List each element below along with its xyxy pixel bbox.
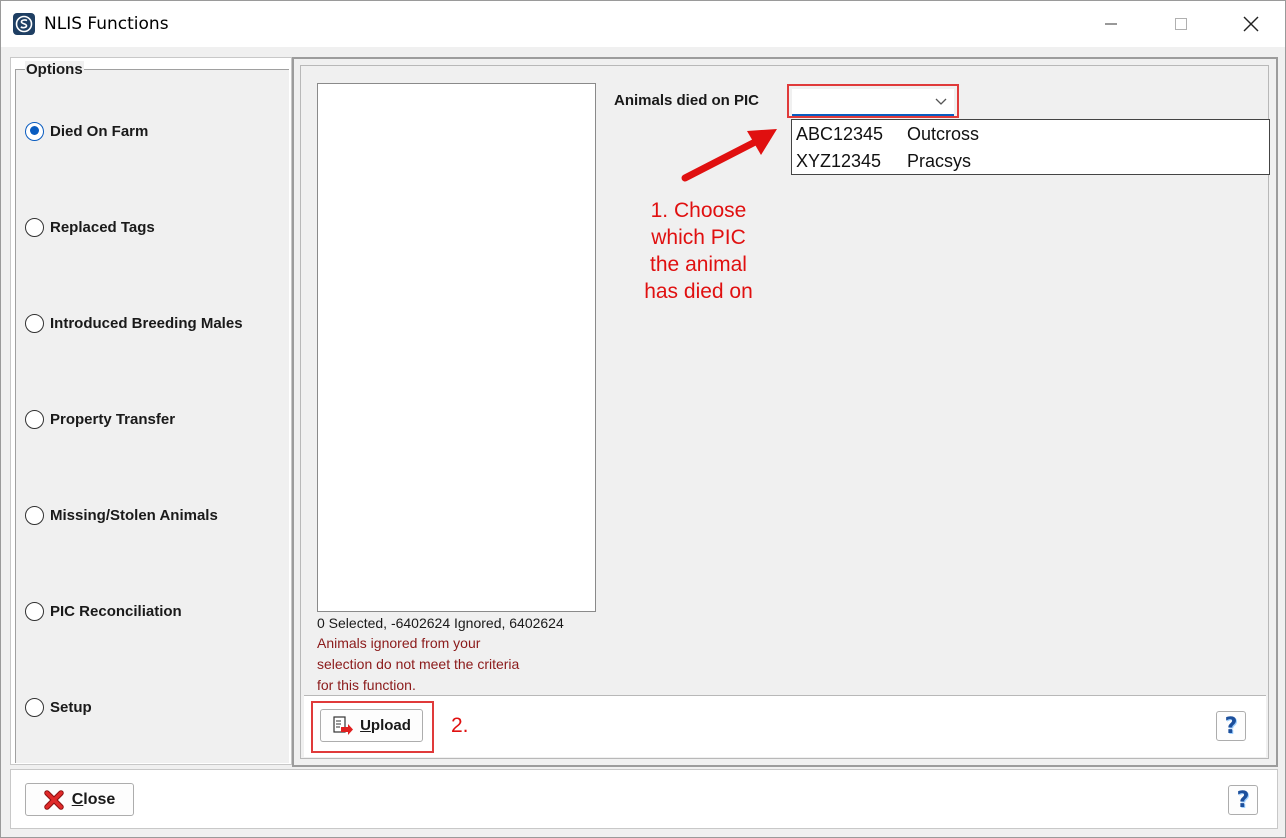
help-button[interactable]: ? <box>1216 711 1246 741</box>
close-icon <box>1243 16 1259 32</box>
main-action-bar <box>304 695 1266 757</box>
option-label: Introduced Breeding Males <box>50 314 243 332</box>
radio-introduced-breeding-males[interactable] <box>25 313 44 333</box>
options-legend: Options <box>25 61 84 78</box>
option-died-on-farm[interactable]: Died On Farm <box>25 120 148 142</box>
footer-bar <box>10 769 1278 829</box>
annotation-line: which PIC <box>651 226 746 249</box>
pic-dropdown-list[interactable]: ABC12345 Outcross XYZ12345 Pracsys <box>791 119 1270 175</box>
ignored-note-line: for this function. <box>317 677 416 693</box>
red-x-icon <box>43 789 64 810</box>
pic-option-xyz12345[interactable]: XYZ12345 Pracsys <box>796 151 971 172</box>
selection-status: 0 Selected, -6402624 Ignored, 6402624 <box>317 615 564 631</box>
radio-setup[interactable] <box>25 697 44 717</box>
radio-replaced-tags[interactable] <box>25 217 44 237</box>
option-introduced-breeding-males[interactable]: Introduced Breeding Males <box>25 312 243 334</box>
footer-help-button[interactable]: ? <box>1228 785 1258 815</box>
option-label: PIC Reconciliation <box>50 602 182 620</box>
annotation-step-1: 1. Choose which PIC the animal has died … <box>621 197 776 305</box>
option-setup[interactable]: Setup <box>25 696 92 718</box>
option-label: Missing/Stolen Animals <box>50 506 218 524</box>
window-title: NLIS Functions <box>44 14 169 34</box>
maximize-button[interactable] <box>1146 1 1216 47</box>
pic-label: Animals died on PIC <box>614 92 760 109</box>
pic-option-code: XYZ12345 <box>796 151 882 171</box>
option-label: Replaced Tags <box>50 218 155 236</box>
animal-list[interactable] <box>317 83 596 612</box>
pic-option-abc12345[interactable]: ABC12345 Outcross <box>796 124 979 145</box>
radio-missing-stolen-animals[interactable] <box>25 505 44 525</box>
question-mark-icon: ? <box>1224 713 1238 739</box>
option-pic-reconciliation[interactable]: PIC Reconciliation <box>25 600 182 622</box>
close-hotkey: C <box>71 790 84 808</box>
close-label: lose <box>83 790 116 808</box>
window-close-button[interactable] <box>1216 1 1285 47</box>
annotation-arrow-icon <box>681 129 777 182</box>
annotation-line: 1. Choose <box>650 199 747 222</box>
minimize-button[interactable] <box>1076 1 1146 47</box>
option-missing-stolen-animals[interactable]: Missing/Stolen Animals <box>25 504 218 526</box>
radio-property-transfer[interactable] <box>25 409 44 429</box>
ignored-note-line: Animals ignored from your <box>317 635 481 651</box>
question-mark-icon: ? <box>1236 787 1250 813</box>
annotation-line: has died on <box>644 280 753 303</box>
title-bar[interactable]: NLIS Functions <box>1 1 1285 47</box>
app-logo-icon <box>13 13 35 35</box>
annotation-line: the animal <box>650 253 747 276</box>
upload-button-highlight <box>311 701 434 753</box>
minimize-icon <box>1105 23 1117 25</box>
option-replaced-tags[interactable]: Replaced Tags <box>25 216 155 238</box>
pic-combobox-highlight <box>787 84 959 118</box>
maximize-icon <box>1175 18 1187 30</box>
close-button[interactable]: Close <box>25 783 134 816</box>
option-property-transfer[interactable]: Property Transfer <box>25 408 175 430</box>
pic-option-name: Pracsys <box>907 151 972 171</box>
ignored-note-line: selection do not meet the criteria <box>317 656 520 672</box>
nlis-functions-window: NLIS Functions Options Died On Farm Repl… <box>0 0 1286 838</box>
ignored-note: Animals ignored from your selection do n… <box>317 633 519 696</box>
radio-pic-reconciliation[interactable] <box>25 601 44 621</box>
option-label: Died On Farm <box>50 122 149 140</box>
option-label: Setup <box>50 698 92 716</box>
pic-option-name: Outcross <box>907 124 980 144</box>
pic-option-code: ABC12345 <box>796 124 884 144</box>
option-label: Property Transfer <box>50 410 176 428</box>
radio-died-on-farm[interactable] <box>25 121 44 141</box>
annotation-step-2: 2. <box>451 714 469 737</box>
